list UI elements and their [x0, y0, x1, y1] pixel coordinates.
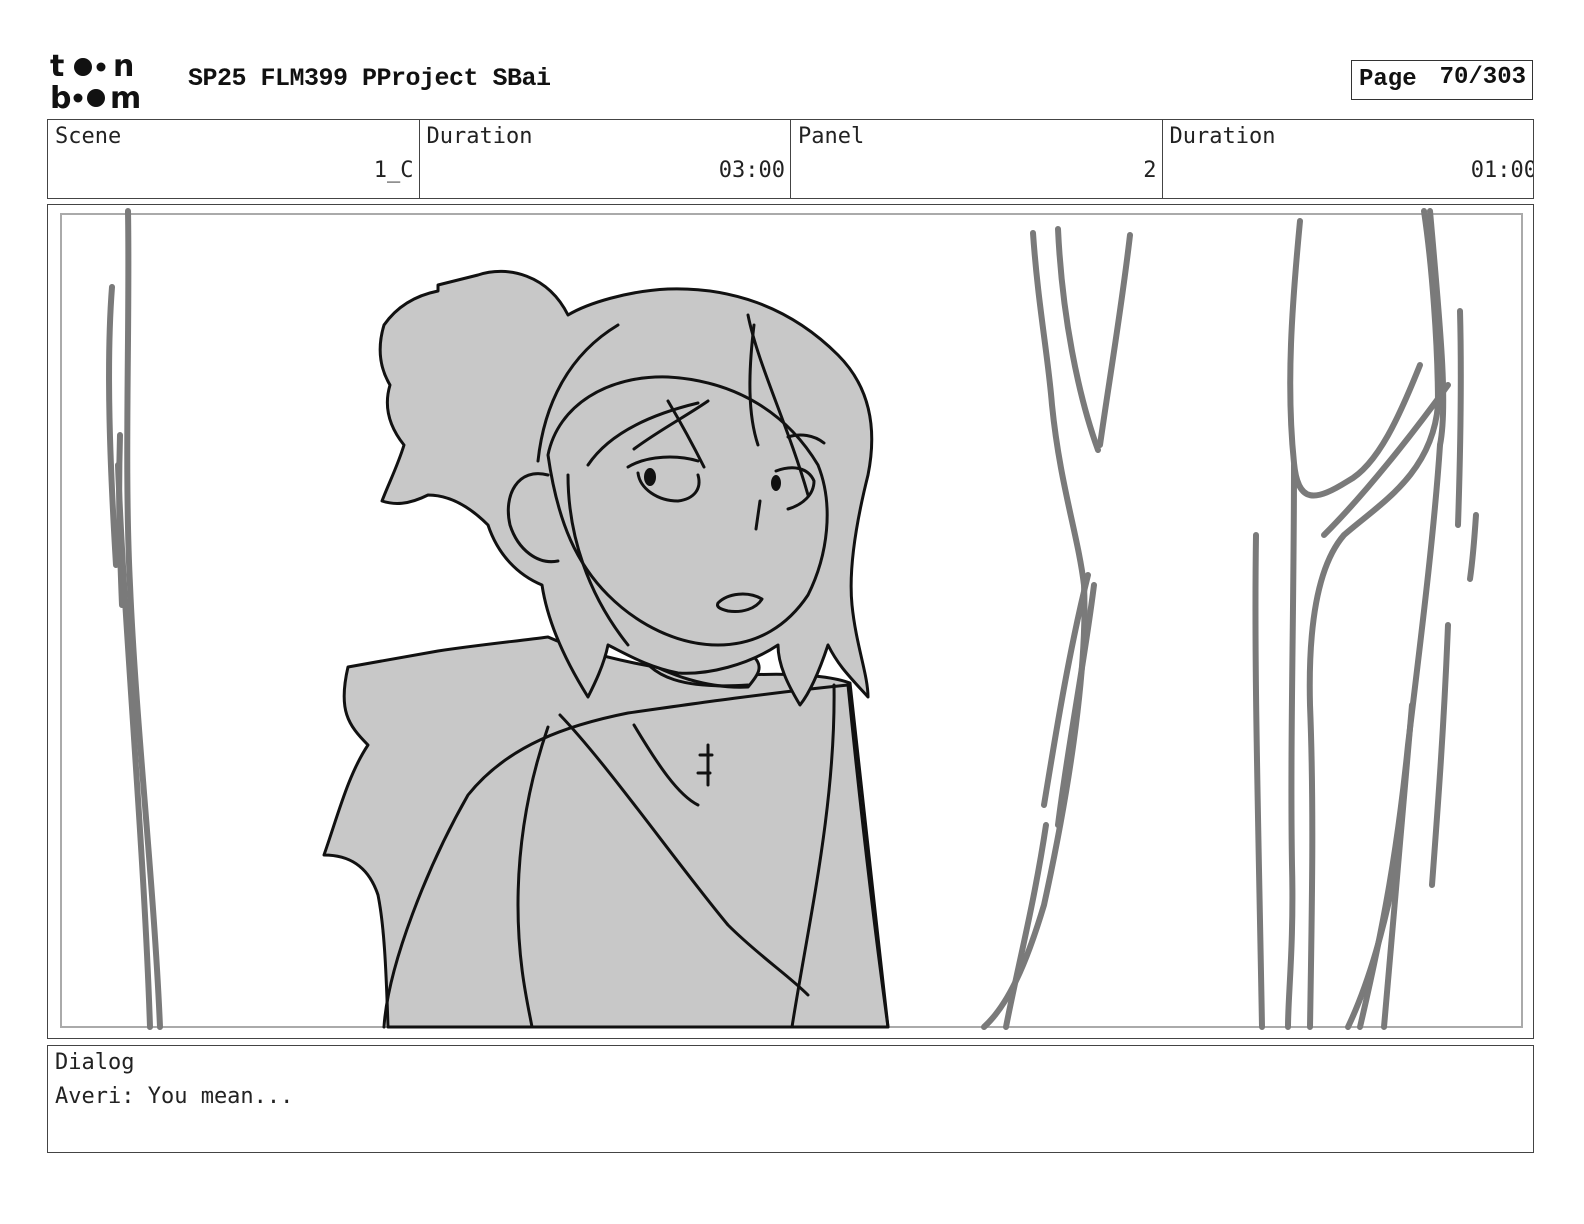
scene-cell: Scene 1_C [48, 120, 420, 198]
scene-duration-value: 03:00 [718, 158, 785, 183]
dialog-text: Averi: You mean... [55, 1084, 294, 1109]
panel-cell: Panel 2 [791, 120, 1163, 198]
svg-text:b: b [50, 81, 71, 112]
page-indicator: Page 70/303 [1351, 60, 1533, 100]
panel-duration-cell: Duration 01:00 [1163, 120, 1534, 198]
scene-value: 1_C [373, 158, 414, 183]
panel-duration-value: 01:00 [1470, 158, 1533, 183]
svg-text:m: m [110, 81, 141, 112]
toon-boom-logo-mark: t n b m [50, 52, 141, 112]
project-title: SP25 FLM399 PProject SBai [188, 64, 551, 93]
scene-duration-label: Duration [426, 124, 533, 149]
page-label: Page [1359, 66, 1417, 93]
dialog-box: Dialog Averi: You mean... [47, 1045, 1534, 1153]
dialog-label: Dialog [55, 1050, 135, 1075]
panel-label: Panel [798, 124, 865, 149]
panel-drawing [106, 208, 1479, 1030]
character-figure [322, 269, 890, 1029]
svg-text:n: n [113, 52, 134, 84]
toon-boom-logo: t n b m [50, 52, 166, 112]
panel-value: 2 [1143, 158, 1157, 183]
storyboard-panel [47, 204, 1534, 1039]
scene-duration-cell: Duration 03:00 [420, 120, 791, 198]
panel-info-row: Scene 1_C Duration 03:00 Panel 2 Duratio… [47, 119, 1534, 199]
page-number: 70/303 [1439, 64, 1526, 91]
panel-duration-label: Duration [1169, 124, 1276, 149]
svg-text:t: t [50, 52, 64, 84]
scene-label: Scene [55, 124, 122, 149]
